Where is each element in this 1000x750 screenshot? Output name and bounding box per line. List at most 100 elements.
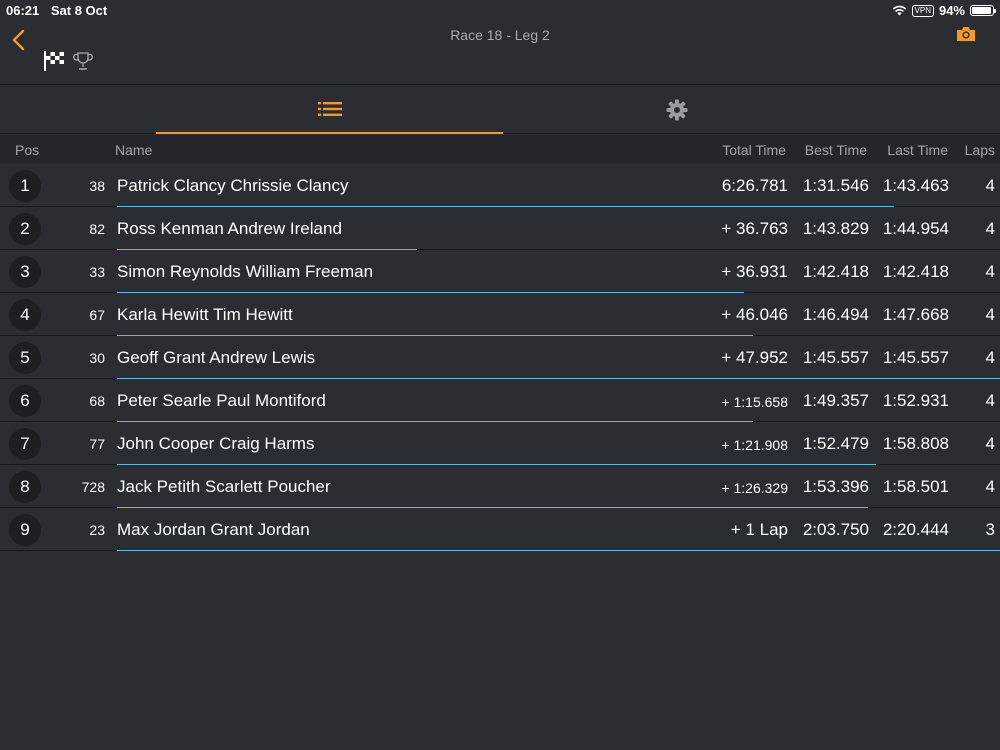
list-icon	[317, 102, 342, 116]
header-laps: Laps	[964, 142, 995, 158]
car-number: 38	[89, 178, 105, 194]
position-badge: 1	[9, 170, 41, 202]
total-time: + 36.931	[721, 262, 788, 281]
driver-names: Ross Kenman Andrew Ireland	[117, 219, 342, 238]
car-number: 728	[81, 479, 105, 495]
best-time: 1:46.494	[802, 305, 869, 324]
best-time: 1:31.546	[802, 176, 869, 195]
driver-names: John Cooper Craig Harms	[117, 434, 315, 453]
driver-names: Patrick Clancy Chrissie Clancy	[117, 176, 349, 195]
battery-percent: 94%	[938, 3, 965, 18]
total-time: + 46.046	[721, 305, 788, 324]
status-date: Sat 8 Oct	[50, 3, 108, 18]
position-badge: 6	[9, 385, 41, 417]
car-number: 30	[89, 350, 105, 366]
total-time: + 1:15.658	[721, 394, 788, 410]
total-time: + 47.952	[721, 348, 788, 367]
tab-results-list[interactable]	[156, 86, 503, 134]
battery-icon	[970, 5, 996, 16]
laps-count: 4	[985, 262, 995, 281]
total-time: + 1:21.908	[721, 437, 788, 453]
position-badge: 2	[9, 213, 41, 245]
total-time: + 1 Lap	[730, 520, 788, 539]
last-time: 1:43.463	[882, 176, 949, 195]
last-time: 1:58.501	[882, 477, 949, 496]
position-badge: 8	[9, 471, 41, 503]
position-badge: 4	[9, 299, 41, 331]
results-table-header: Pos Name Total Time Best Time Last Time …	[0, 135, 1000, 163]
wifi-icon	[892, 5, 906, 16]
car-number: 33	[89, 264, 105, 280]
lap-progress-bar	[117, 550, 1000, 551]
last-time: 1:47.668	[882, 305, 949, 324]
driver-names: Peter Searle Paul Montiford	[117, 391, 326, 410]
position-badge: 9	[9, 514, 41, 546]
battery-fill	[972, 7, 991, 14]
laps-count: 4	[985, 305, 995, 324]
best-time: 1:42.418	[802, 262, 869, 281]
page-title: Race 18 - Leg 2	[450, 27, 550, 43]
checkered-flag-button[interactable]	[42, 50, 66, 77]
driver-names: Karla Hewitt Tim Hewitt	[117, 305, 293, 324]
vpn-badge: VPN	[911, 4, 934, 17]
total-time: + 1:26.329	[721, 480, 788, 496]
driver-names: Geoff Grant Andrew Lewis	[117, 348, 316, 367]
last-time: 1:44.954	[882, 219, 949, 238]
table-row[interactable]: 4 67 Karla Hewitt Tim Hewitt + 46.046 1:46.4…	[0, 293, 1000, 336]
position-badge: 5	[9, 342, 41, 374]
driver-names: Max Jordan Grant Jordan	[117, 520, 310, 539]
laps-count: 3	[985, 520, 995, 539]
last-time: 2:20.444	[882, 520, 949, 539]
driver-names: Jack Petith Scarlett Poucher	[117, 477, 331, 496]
table-row[interactable]: 6 68 Peter Searle Paul Montiford + 1:15.658…	[0, 379, 1000, 422]
car-number: 68	[89, 393, 105, 409]
best-time: 1:45.557	[802, 348, 869, 367]
camera-button[interactable]	[955, 25, 977, 48]
best-time: 2:03.750	[802, 520, 869, 539]
laps-count: 4	[985, 348, 995, 367]
segment-tabs	[0, 86, 1000, 134]
header-best-time: Best Time	[804, 142, 867, 158]
table-row[interactable]: 3 33 Simon Reynolds William Freeman + 36.93…	[0, 250, 1000, 293]
header-last-time: Last Time	[887, 142, 948, 158]
gear-icon	[666, 99, 687, 121]
table-row[interactable]: 7 77 John Cooper Craig Harms + 1:21.908 1:52…	[0, 422, 1000, 465]
tab-settings[interactable]	[503, 86, 850, 134]
car-number: 82	[89, 221, 105, 237]
best-time: 1:52.479	[802, 434, 869, 453]
laps-count: 4	[985, 477, 995, 496]
navigation-bar: Race 18 - Leg 2	[0, 20, 1000, 85]
status-time: 06:21	[6, 3, 40, 18]
status-right: VPN 94%	[892, 3, 996, 18]
laps-count: 4	[985, 391, 995, 410]
laps-count: 4	[985, 176, 995, 195]
last-time: 1:42.418	[882, 262, 949, 281]
table-row[interactable]: 8 728 Jack Petith Scarlett Poucher + 1:26.3…	[0, 465, 1000, 508]
header-total-time: Total Time	[722, 142, 786, 158]
table-row[interactable]: 9 23 Max Jordan Grant Jordan + 1 Lap 2:03.75…	[0, 508, 1000, 551]
trophy-icon	[73, 52, 93, 70]
best-time: 1:49.357	[802, 391, 869, 410]
car-number: 23	[89, 522, 105, 538]
total-time: + 36.763	[721, 219, 788, 238]
table-row[interactable]: 5 30 Geoff Grant Andrew Lewis + 47.952 1:45.…	[0, 336, 1000, 379]
laps-count: 4	[985, 219, 995, 238]
laps-count: 4	[985, 434, 995, 453]
results-table-body: 1 38 Patrick Clancy Chrissie Clancy 6:26.78…	[0, 164, 1000, 551]
car-number: 77	[89, 436, 105, 452]
header-pos: Pos	[15, 142, 40, 158]
best-time: 1:43.829	[802, 219, 869, 238]
table-row[interactable]: 1 38 Patrick Clancy Chrissie Clancy 6:26.78…	[0, 164, 1000, 207]
last-time: 1:52.931	[882, 391, 949, 410]
last-time: 1:45.557	[882, 348, 949, 367]
position-badge: 3	[9, 256, 41, 288]
best-time: 1:53.396	[802, 477, 869, 496]
status-bar: 06:21 Sat 8 Oct VPN 94%	[0, 0, 1000, 20]
car-number: 67	[89, 307, 105, 323]
camera-icon	[957, 27, 975, 41]
table-row[interactable]: 2 82 Ross Kenman Andrew Ireland + 36.763 1:4…	[0, 207, 1000, 250]
total-time: 6:26.781	[721, 176, 788, 195]
checkered-flag-icon	[44, 51, 64, 71]
trophy-button[interactable]	[73, 51, 93, 76]
position-badge: 7	[9, 428, 41, 460]
